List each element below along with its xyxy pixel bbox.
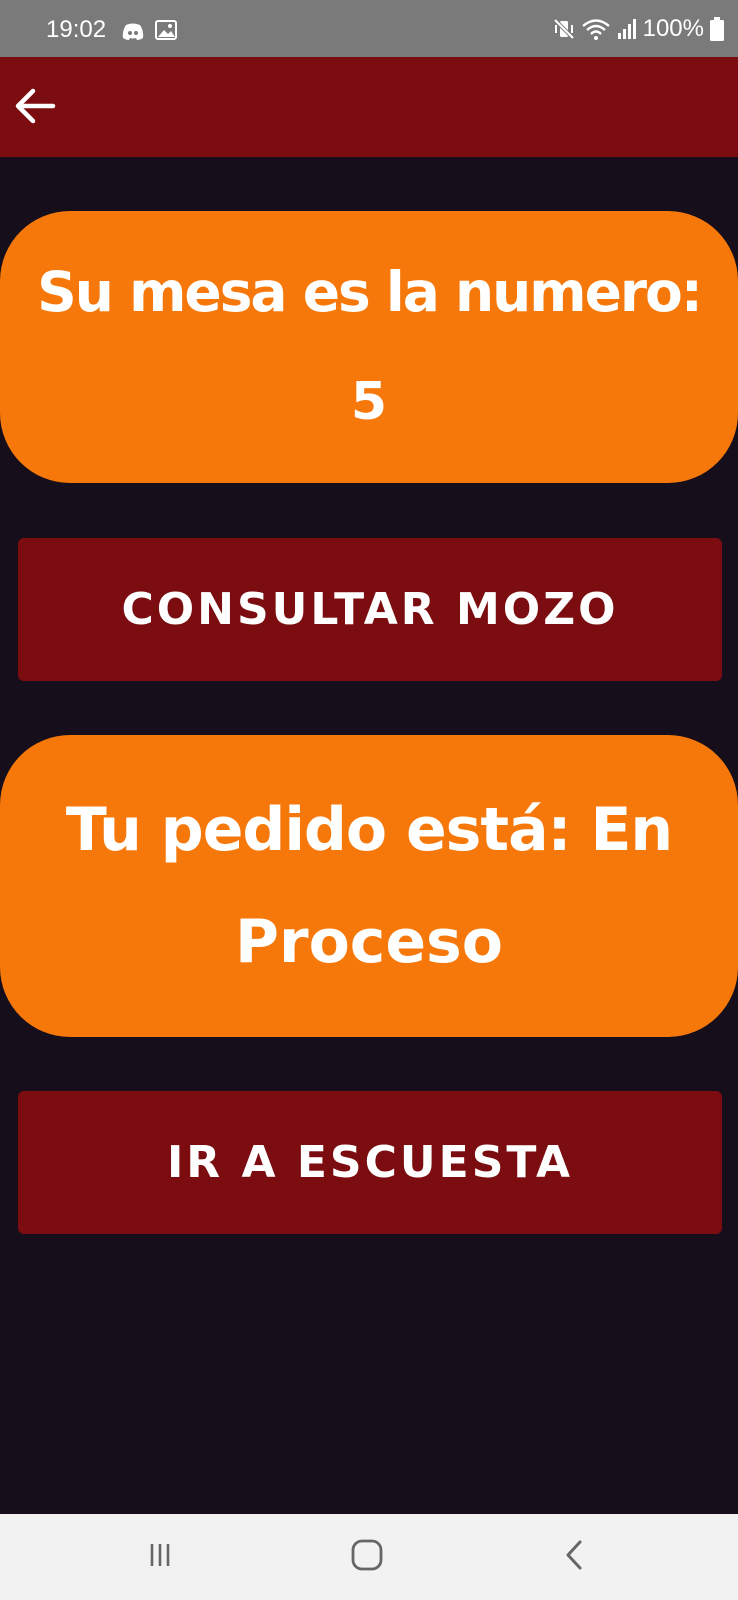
consult-waiter-label: CONSULTAR MOZO (121, 584, 619, 635)
order-status-value: Proceso (235, 907, 503, 977)
order-status-card: Tu pedido está: En Proceso (0, 735, 738, 1037)
app-screen: 19:02 100% Su mesa es la numero: 5 CONSU… (0, 0, 738, 1600)
home-button[interactable] (337, 1532, 397, 1582)
recents-icon (145, 1540, 175, 1574)
battery-percent: 100% (642, 15, 704, 42)
gallery-icon (155, 19, 177, 40)
consult-waiter-button[interactable]: CONSULTAR MOZO (18, 538, 722, 681)
recents-button[interactable] (130, 1532, 190, 1582)
table-number-card: Su mesa es la numero: 5 (0, 211, 738, 483)
signal-icon (617, 18, 637, 40)
mute-vibrate-icon (553, 18, 575, 40)
status-right-group: 100% (553, 14, 724, 44)
discord-icon (122, 20, 144, 40)
system-nav-bar (0, 1514, 738, 1600)
order-status-label: Tu pedido está: En (65, 795, 673, 865)
table-number-label: Su mesa es la numero: (37, 260, 703, 324)
survey-button-label: IR A ESCUESTA (166, 1137, 574, 1188)
survey-button[interactable]: IR A ESCUESTA (18, 1091, 722, 1234)
app-bar (0, 57, 738, 157)
back-button[interactable] (10, 83, 60, 133)
arrow-left-icon (13, 84, 57, 132)
back-icon (560, 1538, 590, 1576)
table-number-value: 5 (350, 372, 388, 432)
status-bar: 19:02 100% (0, 0, 738, 57)
status-time: 19:02 (46, 16, 107, 43)
battery-icon (710, 17, 724, 41)
wifi-icon (581, 17, 611, 41)
system-back-button[interactable] (545, 1532, 605, 1582)
home-icon (350, 1538, 384, 1576)
